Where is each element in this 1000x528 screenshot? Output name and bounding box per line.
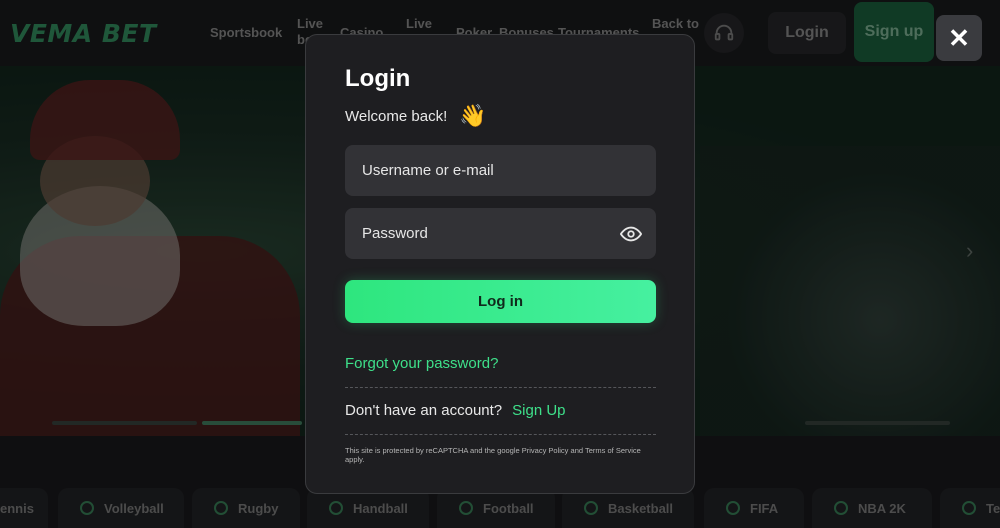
- login-modal: Login Welcome back! 👋 Log in Forgot your…: [305, 34, 695, 494]
- welcome-text: Welcome back!: [345, 107, 448, 125]
- modal-title: Login: [345, 65, 411, 92]
- waving-hand-icon: 👋: [459, 103, 487, 128]
- username-input[interactable]: [362, 162, 612, 179]
- no-account-text: Don't have an account?: [345, 402, 503, 419]
- welcome-message: Welcome back! 👋: [345, 103, 487, 128]
- password-input[interactable]: [362, 225, 612, 242]
- password-field[interactable]: [345, 208, 656, 259]
- eye-icon[interactable]: [620, 223, 642, 245]
- divider: [345, 387, 656, 388]
- username-field[interactable]: [345, 145, 656, 196]
- login-submit-button[interactable]: Log in: [345, 280, 656, 323]
- divider: [345, 434, 656, 435]
- forgot-password-link[interactable]: Forgot your password?: [345, 355, 498, 372]
- close-modal-button[interactable]: ✕: [936, 15, 982, 61]
- signup-prompt: Don't have an account? Sign Up: [345, 402, 566, 419]
- signup-link[interactable]: Sign Up: [512, 402, 565, 419]
- recaptcha-notice: This site is protected by reCAPTCHA and …: [345, 446, 641, 464]
- close-icon: ✕: [948, 22, 970, 53]
